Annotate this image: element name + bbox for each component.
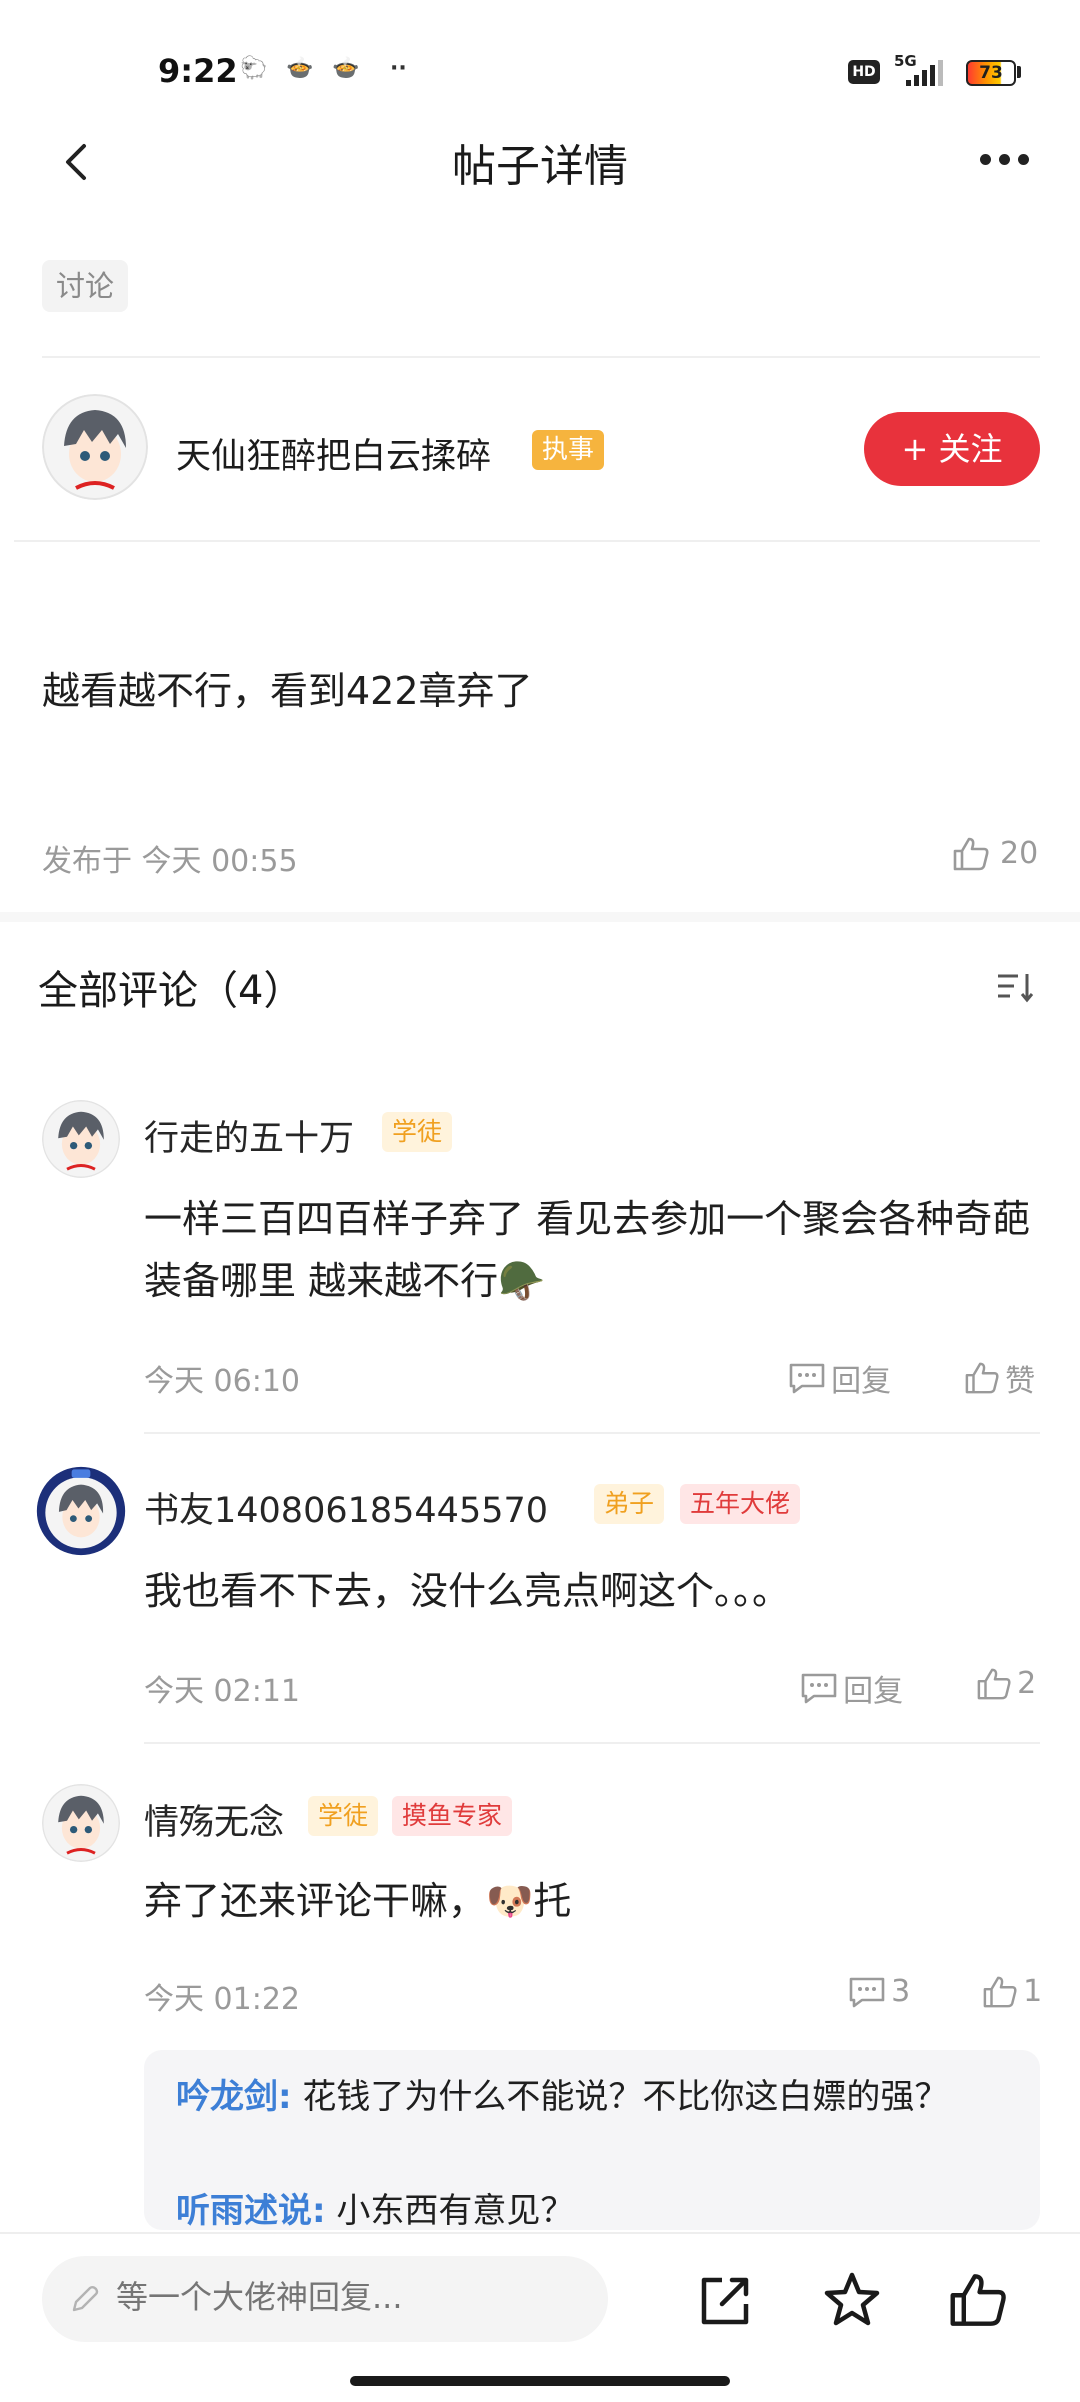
post-like-button[interactable] [952, 836, 990, 876]
divider [42, 356, 1040, 358]
favorite-button[interactable] [822, 2270, 882, 2334]
reply-button[interactable]: 回复 [800, 1666, 903, 1710]
author-name[interactable]: 天仙狂醉把白云揉碎 [176, 428, 491, 479]
signal-icon: 5G [892, 52, 956, 94]
more-notifications-icon: ·· [390, 56, 407, 81]
like-post-button[interactable] [948, 2270, 1008, 2334]
comment-input-box[interactable] [42, 2256, 608, 2342]
battery-icon: 73 [966, 60, 1016, 86]
sort-icon [998, 974, 1034, 1003]
comment-time: 今天 06:10 [144, 1364, 300, 1399]
reply-author[interactable]: 吟龙剑: [176, 2077, 292, 2117]
reply-label: 回复 [843, 1674, 904, 1709]
like-count: 1 [1023, 1974, 1043, 2009]
thumbs-up-icon [950, 2274, 1006, 2326]
pencil-icon [72, 2286, 99, 2312]
divider [144, 1432, 1040, 1434]
dot [980, 154, 991, 165]
reply-item[interactable]: 听雨述说: 小东西有意见？ [176, 2182, 1016, 2230]
share-button[interactable] [696, 2272, 754, 2334]
comment-author-name[interactable]: 行走的五十万 [144, 1110, 354, 1161]
comment-text: 弃了还来评论干嘛，🐶托 [144, 1879, 572, 1923]
sort-button[interactable] [996, 970, 1036, 1008]
divider [144, 1742, 1040, 1744]
comment-bubble-icon [789, 1363, 825, 1394]
divider [14, 540, 1040, 542]
post-like-count: 20 [1000, 836, 1039, 871]
comment-like-button[interactable]: 1 [982, 1974, 1042, 2009]
star-icon [824, 2272, 880, 2326]
notification-icon: 🍲 [286, 56, 314, 81]
thumbs-up-icon [953, 837, 989, 871]
comment-like-button[interactable]: 2 [976, 1666, 1036, 1701]
reply-text: 花钱了为什么不能说？不比你这白嫖的强？ [302, 2077, 949, 2117]
comment-input[interactable] [116, 2278, 576, 2316]
dot [1018, 154, 1029, 165]
reply-list[interactable]: 吟龙剑: 花钱了为什么不能说？不比你这白嫖的强？ 听雨述说: 小东西有意见？ [144, 2050, 1040, 2230]
comment-text: 我也看不下去，没什么亮点啊这个。。。 [144, 1569, 791, 1613]
user-badge: 学徒 [382, 1112, 453, 1152]
comment-author-name[interactable]: 情殇无念 [144, 1794, 284, 1845]
page-title: 帖子详情 [452, 141, 628, 192]
thumbs-up-icon [983, 1976, 1017, 2007]
comment-bubble-icon [849, 1977, 885, 2007]
dot [999, 154, 1010, 165]
user-badge: 学徒 [308, 1796, 379, 1836]
like-label: 赞 [1005, 1364, 1036, 1399]
anime-avatar-icon [42, 1784, 120, 1862]
battery-tip [1017, 66, 1021, 78]
comment-time: 今天 02:11 [144, 1674, 300, 1709]
reply-text: 小东西有意见？ [336, 2191, 575, 2230]
comment-like-button[interactable]: 赞 [964, 1356, 1035, 1400]
user-badge: 弟子 [594, 1484, 665, 1524]
publish-time: 发布于 今天 00:55 [42, 844, 298, 879]
comment-time: 今天 01:22 [144, 1982, 300, 2017]
topic-tag[interactable]: 讨论 [42, 260, 129, 312]
anime-avatar-icon [42, 394, 148, 500]
more-options-button[interactable] [980, 150, 1037, 169]
comment-author-name[interactable]: 书友140806185445570 [144, 1482, 548, 1533]
thumbs-up-icon [965, 1362, 999, 1394]
comments-title: 全部评论（4） [38, 968, 304, 1014]
reply-count: 3 [891, 1974, 911, 2009]
user-badge: 五年大佬 [680, 1484, 801, 1524]
reply-author[interactable]: 听雨述说: [176, 2191, 326, 2230]
role-badge: 执事 [532, 430, 605, 470]
notification-icon: 🐑 [240, 56, 268, 81]
comment-avatar[interactable] [42, 1784, 120, 1862]
anime-avatar-frame-icon [36, 1466, 126, 1556]
reply-label: 回复 [831, 1364, 892, 1399]
home-indicator [350, 2376, 730, 2386]
anime-avatar-icon [42, 1100, 120, 1178]
like-count: 2 [1017, 1666, 1037, 1701]
comment-avatar[interactable] [36, 1466, 126, 1556]
post-content: 越看越不行，看到422章弃了 [42, 669, 533, 713]
share-icon [701, 2277, 749, 2325]
status-time: 9:22 [158, 52, 238, 90]
comment-avatar[interactable] [42, 1100, 120, 1178]
follow-button[interactable]: + 关注 [864, 412, 1040, 486]
comment-bubble-icon [801, 1673, 837, 1704]
reply-count-button[interactable]: 3 [848, 1974, 910, 2009]
network-label: 5G [894, 52, 917, 70]
user-badge: 摸鱼专家 [392, 1796, 513, 1836]
author-avatar[interactable] [42, 394, 148, 500]
comment-text: 一样三百四百样子弃了 看见去参加一个聚会各种奇葩装备哪里 越来越不行🪖 [144, 1197, 1031, 1303]
section-gap [0, 912, 1080, 922]
hd-icon: HD [848, 60, 880, 84]
reply-item[interactable]: 吟龙剑: 花钱了为什么不能说？不比你这白嫖的强？ [176, 2068, 1016, 2126]
thumbs-up-icon [977, 1668, 1011, 1699]
notification-icon: 🍲 [332, 56, 360, 81]
reply-button[interactable]: 回复 [788, 1356, 891, 1400]
